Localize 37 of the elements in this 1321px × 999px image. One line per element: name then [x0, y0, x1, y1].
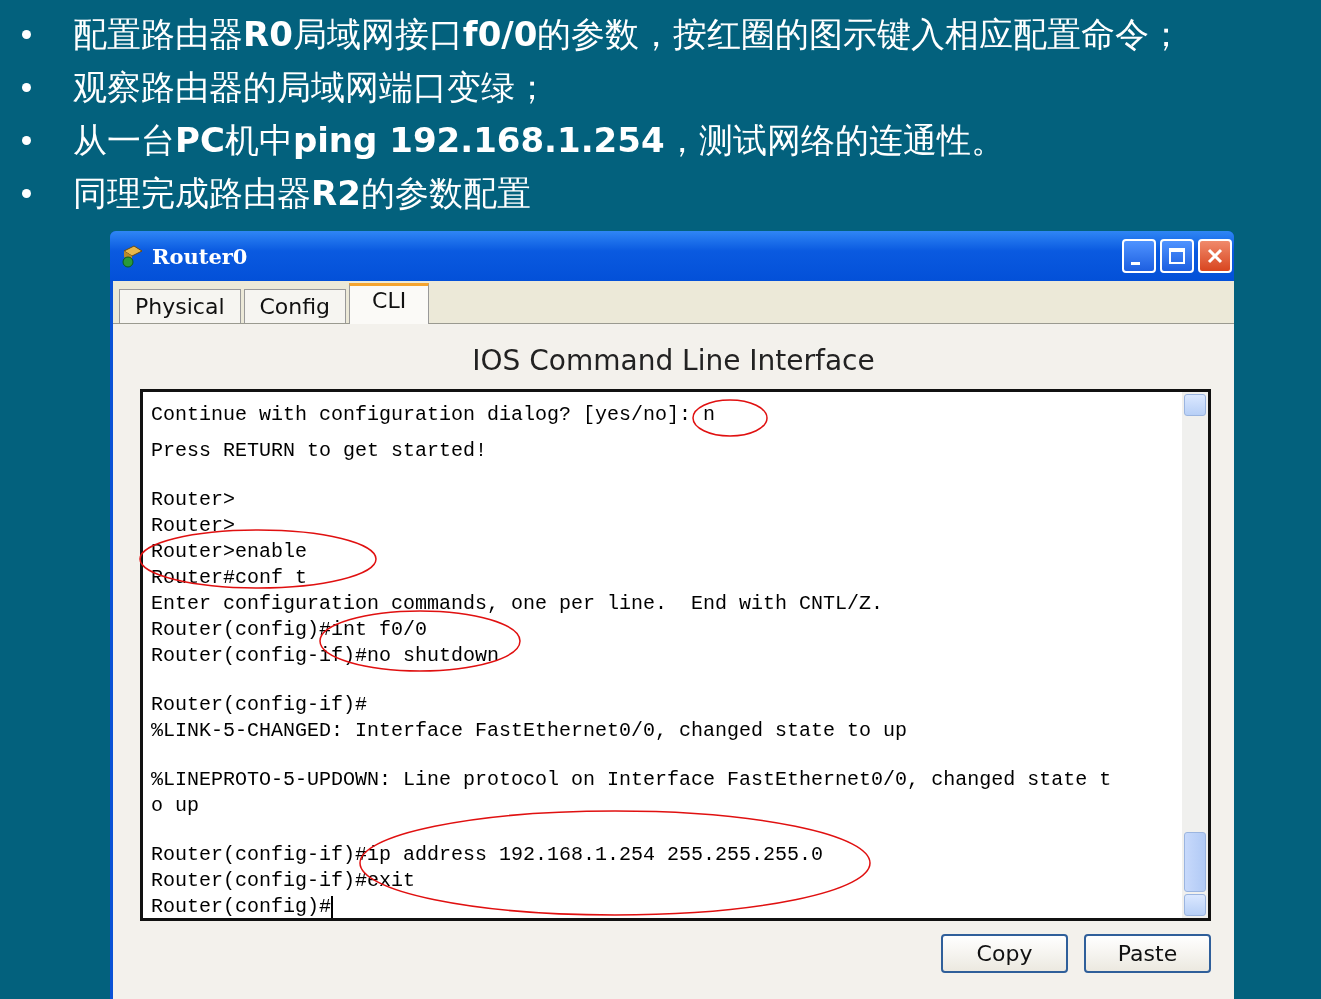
terminal-line: %LINEPROTO-5-UPDOWN: Line protocol on Interface FastEthernet0/0, changed state t — [151, 767, 1112, 793]
terminal-line: Router>enable — [151, 539, 308, 565]
tab[interactable]: Physical — [119, 289, 241, 323]
minimize-button[interactable] — [1122, 239, 1156, 273]
scroll-up-button[interactable] — [1184, 394, 1206, 416]
bullet-text: 观察路由器的局域网端口变绿； — [73, 65, 549, 109]
action-button[interactable]: Copy — [941, 934, 1068, 973]
scroll-thumb[interactable] — [1184, 832, 1206, 892]
bullet-text: 从一台PC机中ping 192.168.1.254，测试网络的连通性。 — [73, 118, 1005, 162]
terminal-line: Continue with configuration dialog? [yes/no]: n — [151, 402, 716, 428]
terminal-line: Router(config-if)# — [151, 692, 368, 718]
minimize-icon — [1130, 261, 1140, 265]
bullet-icon — [22, 83, 31, 92]
cli-heading: IOS Command Line Interface — [471, 344, 876, 377]
maximize-button[interactable] — [1160, 239, 1194, 273]
terminal-line: %LINK-5-CHANGED: Interface FastEthernet0/0, changed state to up — [151, 718, 908, 744]
text-cursor — [331, 896, 334, 918]
terminal-line: Router> — [151, 513, 235, 539]
tab[interactable]: CLI — [349, 283, 430, 324]
maximize-icon — [1168, 247, 1186, 265]
bullet-icon — [22, 30, 31, 39]
terminal-line: Router> — [151, 487, 235, 513]
action-button[interactable]: Paste — [1084, 934, 1211, 973]
terminal-line: Press RETURN to get started! — [151, 438, 488, 464]
bullet-icon — [22, 136, 31, 145]
tab[interactable]: Config — [243, 289, 347, 323]
bullet-text: 配置路由器R0局域网接口f0/0的参数，按红圈的图示键入相应配置命令； — [73, 12, 1184, 56]
bullet-text: 同理完成路由器R2的参数配置 — [73, 171, 531, 215]
terminal-line: Enter configuration commands, one per line. End with CNTL/Z. — [151, 591, 884, 617]
terminal-line: o up — [151, 793, 199, 819]
bullet-icon — [22, 189, 31, 198]
terminal-line: Router(config)# — [151, 894, 332, 920]
scroll-down-button[interactable] — [1184, 894, 1206, 916]
close-icon — [1206, 247, 1224, 265]
close-button[interactable] — [1198, 239, 1232, 273]
window-title: Router0 — [152, 243, 249, 269]
scrollbar[interactable] — [1182, 392, 1208, 918]
